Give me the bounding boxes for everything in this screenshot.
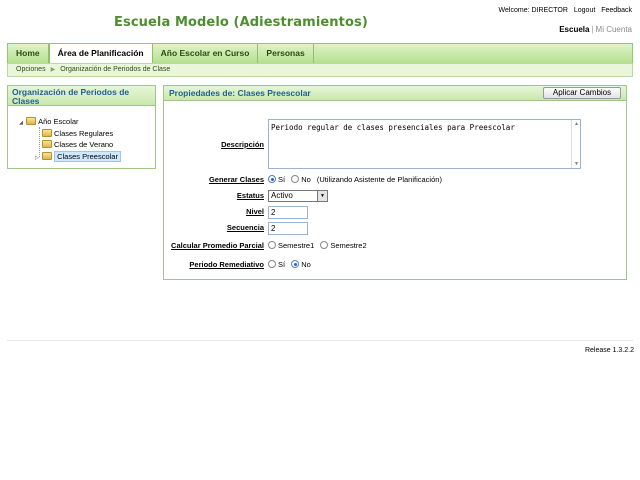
scroll-up-icon[interactable]: ▲ [574, 121, 579, 127]
folder-icon [42, 151, 53, 160]
tab-personas[interactable]: Personas [258, 44, 314, 63]
footer-divider [7, 340, 633, 341]
app-title: Escuela Modelo (Adiestramientos) [114, 15, 368, 30]
periodo-remediativo-options: Sí No [268, 259, 315, 271]
logout-link[interactable]: Logout [574, 7, 595, 14]
estatus-label: Estatus [236, 191, 264, 200]
mi-cuenta-link[interactable]: Mi Cuenta [596, 25, 632, 34]
periods-tree-panel: Organización de Periodos de Clases ◢ Año… [7, 85, 156, 169]
folder-icon [26, 117, 37, 125]
generar-clases-row: Generar Clases Sí No (Utilizando Asisten… [164, 174, 626, 188]
properties-panel-title: Propiedades de: Clases Preescolar [169, 88, 311, 98]
chevron-down-icon[interactable]: ▼ [317, 191, 327, 201]
generar-clases-note: (Utilizando Asistente de Planificación) [316, 175, 442, 184]
breadcrumb-item-opciones[interactable]: Opciones [16, 66, 46, 73]
periodo-remediativo-no-label: No [301, 260, 311, 269]
semestre2-radio[interactable] [320, 241, 329, 249]
feedback-link[interactable]: Feedback [601, 7, 632, 14]
tree-item-ano-escolar[interactable]: ◢ Año Escolar [8, 116, 155, 128]
periodo-remediativo-no-radio[interactable] [291, 260, 300, 268]
account-links: Escuela | Mi Cuenta [559, 25, 632, 34]
periodo-remediativo-si-radio[interactable] [268, 260, 276, 268]
calcular-promedio-row: Calcular Promedio Parcial Semestre1 Seme… [164, 240, 626, 254]
descripcion-label: Descripción [221, 140, 264, 149]
periodo-remediativo-label: Periodo Remediativo [189, 260, 264, 269]
expand-icon[interactable]: ▷ [34, 153, 40, 164]
escuela-link[interactable]: Escuela [559, 25, 589, 34]
account-link-separator: | [591, 25, 594, 34]
periods-tree-panel-title: Organización de Periodos de Clases [8, 86, 155, 106]
descripcion-textarea[interactable]: Periodo regular de clases presenciales p… [268, 119, 581, 169]
tree-item-label: Clases Preescolar [54, 150, 121, 162]
generar-clases-options: Sí No (Utilizando Asistente de Planifica… [268, 174, 442, 186]
main-nav: Home Área de Planificación Año Escolar e… [7, 43, 633, 64]
properties-panel: Propiedades de: Clases Preescolar Aplica… [163, 85, 627, 280]
semestre1-label: Semestre1 [278, 241, 315, 250]
breadcrumb-item-current: Organización de Periodos de Clase [60, 66, 171, 73]
tree-item-label: Año Escolar [38, 117, 79, 126]
calcular-promedio-options: Semestre1 Semestre2 [268, 240, 371, 252]
tab-area-planificacion[interactable]: Área de Planificación [48, 44, 153, 64]
generar-clases-no-label: No [301, 175, 311, 184]
calcular-promedio-label: Calcular Promedio Parcial [171, 241, 264, 250]
release-version: Release 1.3.2.2 [584, 347, 634, 354]
periodo-remediativo-row: Periodo Remediativo Sí No [164, 259, 626, 273]
generar-clases-si-label: Sí [278, 175, 286, 184]
tree-item-label: Clases Regulares [54, 128, 114, 138]
generar-clases-no-radio[interactable] [291, 175, 300, 183]
secuencia-row: Secuencia [164, 222, 626, 236]
apply-changes-button[interactable]: Aplicar Cambios [543, 87, 621, 99]
semestre1-radio[interactable] [268, 241, 276, 249]
descripcion-scrollbar[interactable]: ▲ ▼ [571, 120, 580, 168]
nivel-label: Nivel [246, 207, 264, 216]
nivel-input[interactable] [268, 206, 308, 219]
secuencia-label: Secuencia [226, 223, 264, 232]
tree-item-clases-regulares[interactable]: Clases Regulares [8, 128, 155, 140]
chevron-right-icon: ▶ [50, 67, 56, 73]
nivel-row: Nivel [164, 206, 626, 220]
folder-icon [42, 128, 52, 137]
tab-home[interactable]: Home [8, 44, 49, 63]
tab-ano-escolar-en-curso[interactable]: Año Escolar en Curso [153, 44, 259, 63]
periods-tree: ◢ Año Escolar Clases Regulares Clases de… [8, 106, 155, 162]
tree-item-label: Clases de Verano [54, 140, 114, 149]
semestre2-label: Semestre2 [330, 241, 367, 250]
secuencia-input[interactable] [268, 222, 308, 235]
estatus-select[interactable]: Activo ▼ [268, 190, 328, 202]
scroll-down-icon[interactable]: ▼ [574, 161, 579, 167]
breadcrumb: Opciones ▶ Organización de Periodos de Cla… [7, 63, 633, 77]
tree-item-clases-preescolar[interactable]: ▷ Clases Preescolar [8, 150, 155, 164]
tree-item-clases-de-verano[interactable]: Clases de Verano [8, 139, 155, 151]
estatus-selected-value: Activo [271, 191, 293, 200]
folder-icon [42, 140, 52, 148]
generar-clases-label: Generar Clases [208, 175, 264, 184]
generar-clases-si-radio[interactable] [268, 175, 276, 183]
periodo-remediativo-si-label: Sí [278, 260, 286, 269]
properties-panel-header: Propiedades de: Clases Preescolar Aplica… [164, 86, 626, 101]
estatus-row: Estatus Activo ▼ [164, 190, 626, 204]
welcome-bar: Welcome: DIRECTOR Logout Feedback [495, 7, 632, 14]
welcome-text: Welcome: DIRECTOR [498, 7, 568, 14]
